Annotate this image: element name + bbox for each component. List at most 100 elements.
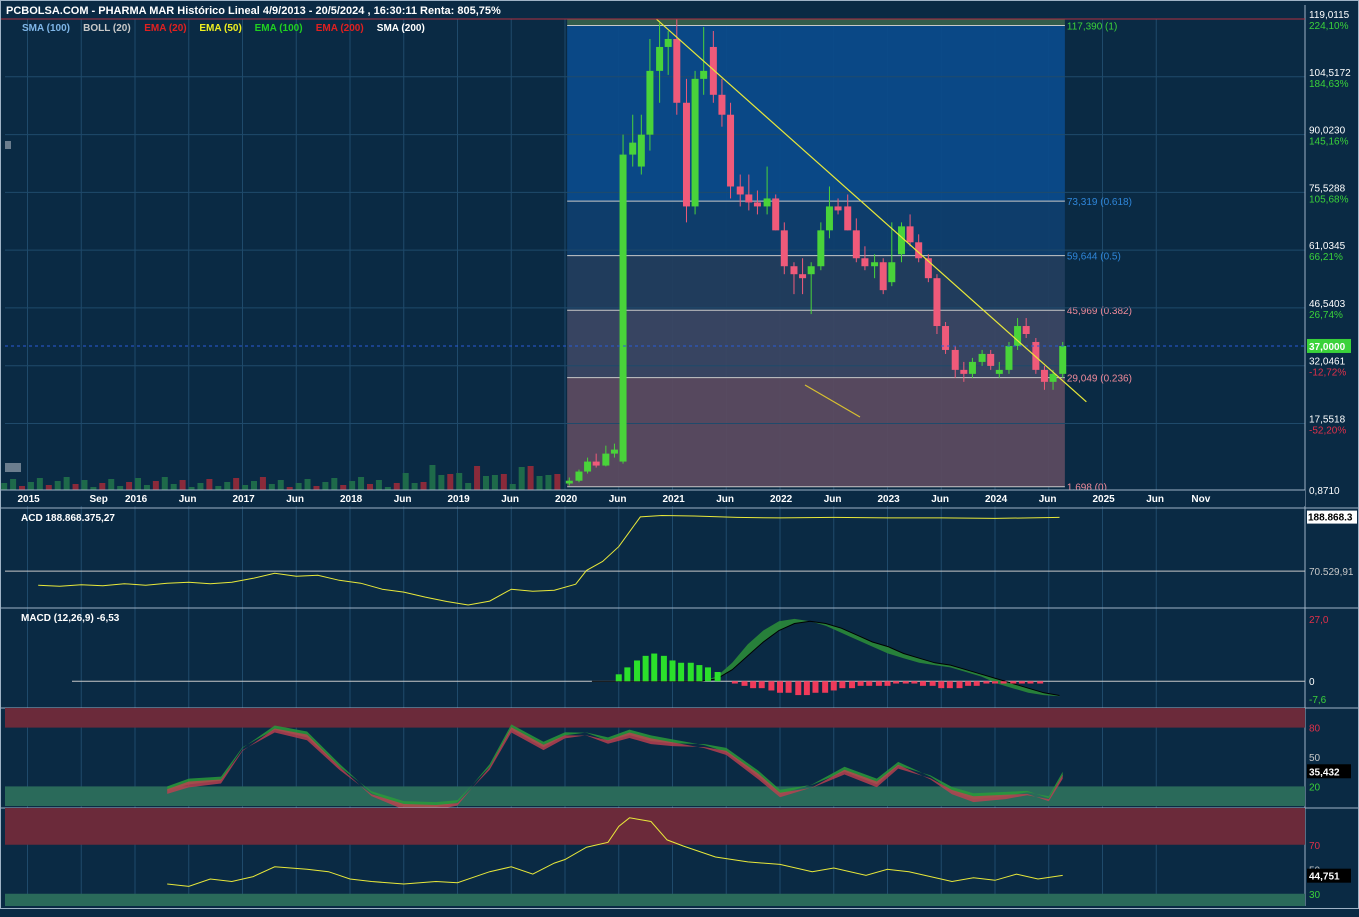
macd-histogram-bar: [795, 681, 802, 696]
legend-entry: EMA (20): [144, 23, 186, 34]
volume-bar: [518, 467, 525, 490]
macd-histogram-bar: [1010, 681, 1017, 684]
candle-body: [780, 230, 788, 267]
macd-histogram-bar: [1018, 681, 1025, 684]
macd-histogram-bar: [803, 681, 810, 696]
macd-histogram-bar: [696, 665, 703, 682]
sto-axis-label: 50: [1309, 753, 1321, 764]
macd-histogram-bar: [634, 660, 641, 682]
candle-body: [951, 349, 959, 370]
fibonacci-top-band: [567, 19, 1065, 26]
price-axis-label: 61,0345: [1309, 241, 1346, 252]
candle-body: [871, 262, 879, 267]
candle-body: [978, 353, 986, 362]
macd-histogram-bar: [660, 655, 667, 682]
macd-axis-label: 0: [1309, 677, 1315, 688]
time-axis-label: 2016: [125, 494, 148, 505]
candle-body: [637, 134, 645, 167]
candle-body: [745, 194, 753, 203]
candle-body: [673, 38, 681, 103]
volume-bar: [420, 482, 427, 490]
macd-histogram-bar: [857, 681, 864, 686]
last-price-value: 37,0000: [1309, 342, 1346, 353]
volume-bar: [215, 486, 222, 490]
volume-bar: [429, 465, 436, 490]
macd-histogram-bar: [642, 655, 649, 682]
candle-body: [852, 230, 860, 259]
sto-oversold-zone: [5, 786, 1305, 806]
time-axis-label: 2022: [770, 494, 793, 505]
legend-entry: BOLL (20): [83, 23, 131, 34]
candle-body: [817, 230, 825, 267]
candle-body: [736, 186, 744, 195]
volume-bar: [63, 477, 70, 490]
macd-histogram-bar: [956, 681, 963, 689]
macd-histogram-bar: [992, 681, 998, 684]
sto-overbought-zone: [5, 708, 1305, 728]
time-axis-label: Jun: [1039, 494, 1057, 505]
candle-body: [575, 471, 583, 481]
time-axis-label: 2025: [1093, 494, 1116, 505]
time-axis-label: 2020: [555, 494, 578, 505]
price-axis-label: 17,5518: [1309, 414, 1346, 425]
volume-bar: [536, 476, 543, 490]
macd-histogram-bar: [1027, 681, 1034, 684]
macd-histogram-bar: [839, 681, 846, 689]
macd-histogram-bar: [973, 681, 980, 686]
volume-bar: [545, 475, 552, 490]
candle-body: [1005, 345, 1013, 370]
volume-bar: [45, 485, 52, 490]
macd-histogram-bar: [1037, 681, 1044, 684]
candle-body: [584, 461, 592, 472]
candle-body: [1059, 345, 1067, 374]
price-axis-label: 32,0461: [1309, 357, 1346, 368]
sto-axis-label: 80: [1309, 724, 1321, 735]
volume-bar: [411, 483, 418, 490]
candle-body: [602, 453, 610, 466]
scroll-marker-left: [5, 141, 11, 149]
candle-body: [656, 46, 664, 71]
macd-histogram-bar: [758, 681, 765, 689]
sto-value: 35,432: [1309, 767, 1340, 778]
volume-bar: [242, 485, 249, 490]
macd-histogram-bar: [750, 681, 757, 689]
volume-bar: [491, 475, 498, 490]
time-axis-label: 2024: [985, 494, 1008, 505]
fibonacci-zone: [567, 201, 1065, 256]
volume-bar: [233, 478, 240, 490]
candle-body: [888, 262, 896, 283]
candle-body: [592, 461, 600, 466]
candle-body: [807, 266, 815, 275]
volume-bar: [108, 479, 115, 490]
macd-histogram-bar: [929, 681, 936, 686]
macd-histogram-bar: [731, 681, 738, 684]
macd-histogram-bar: [704, 667, 711, 682]
candle-body: [897, 226, 905, 255]
volume-bar: [509, 484, 516, 490]
candle-body: [960, 369, 968, 374]
candle-body: [619, 154, 627, 462]
macd-histogram-bar: [785, 681, 792, 693]
candle-body: [1040, 369, 1048, 382]
fibonacci-level-label: 29,049 (0.236): [1067, 374, 1132, 385]
volume-bar: [179, 480, 186, 490]
candle-body: [933, 278, 941, 327]
macd-histogram-bar: [768, 681, 775, 691]
candle-body: [727, 114, 735, 187]
fibonacci-level-label: 59,644 (0.5): [1067, 252, 1121, 263]
time-axis-label: 2019: [448, 494, 471, 505]
volume-bar: [277, 480, 284, 490]
candle-body: [629, 142, 637, 155]
time-axis-label: Jun: [1146, 494, 1164, 505]
candle-body: [763, 198, 771, 207]
volume-bar: [447, 474, 454, 490]
candle-body: [879, 262, 887, 291]
candle-body: [718, 94, 726, 115]
candle-body: [691, 78, 699, 207]
price-axis-label: 90,0230: [1309, 126, 1346, 137]
rsi-oversold-zone: [5, 893, 1305, 906]
volume-bar: [366, 484, 373, 490]
macd-histogram-bar: [893, 681, 900, 684]
volume-bar: [349, 481, 356, 490]
time-axis-label: Sep: [90, 494, 108, 505]
